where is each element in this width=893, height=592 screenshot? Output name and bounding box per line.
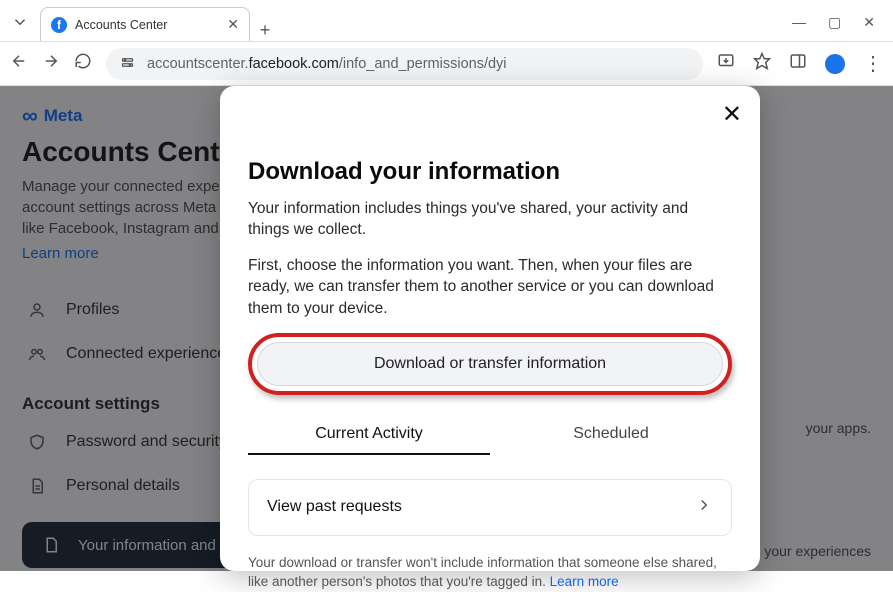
- tab-current-activity[interactable]: Current Activity: [248, 415, 490, 455]
- close-tab-icon[interactable]: ✕: [227, 16, 239, 33]
- facebook-favicon: f: [51, 17, 67, 33]
- bookmark-icon[interactable]: [753, 52, 771, 75]
- modal-paragraph: First, choose the information you want. …: [248, 255, 732, 319]
- profile-avatar[interactable]: [825, 54, 845, 74]
- modal-footnote: Your download or transfer won't include …: [248, 554, 732, 592]
- window-controls: — ▢ ✕: [792, 14, 893, 41]
- url-text: accountscenter.facebook.com/info_and_per…: [147, 56, 507, 72]
- activity-tabs: Current Activity Scheduled: [248, 415, 732, 455]
- card-label: View past requests: [267, 498, 402, 516]
- browser-tab[interactable]: f Accounts Center ✕: [40, 7, 250, 41]
- browser-toolbar: accountscenter.facebook.com/info_and_per…: [0, 42, 893, 86]
- side-panel-icon[interactable]: [789, 52, 807, 75]
- chevron-right-icon: [695, 496, 713, 519]
- browser-titlebar: f Accounts Center ✕ + — ▢ ✕: [0, 0, 893, 42]
- download-transfer-button[interactable]: Download or transfer information: [257, 342, 723, 386]
- maximize-button[interactable]: ▢: [828, 14, 841, 31]
- address-bar[interactable]: accountscenter.facebook.com/info_and_per…: [106, 48, 703, 80]
- forward-button[interactable]: [42, 52, 60, 75]
- view-past-requests-card[interactable]: View past requests: [248, 479, 732, 536]
- modal-paragraph: Your information includes things you've …: [248, 198, 732, 241]
- close-window-button[interactable]: ✕: [863, 14, 875, 31]
- tab-scheduled[interactable]: Scheduled: [490, 415, 732, 455]
- modal-title: Download your information: [248, 158, 732, 186]
- download-info-modal: ✕ Download your information Your informa…: [220, 86, 760, 571]
- new-tab-button[interactable]: +: [250, 20, 280, 41]
- tab-title: Accounts Center: [75, 18, 219, 32]
- learn-more-link[interactable]: Learn more: [550, 574, 619, 589]
- reload-button[interactable]: [74, 52, 92, 75]
- cta-highlight-ring: Download or transfer information: [248, 333, 732, 395]
- minimize-button[interactable]: —: [792, 14, 806, 31]
- install-app-icon[interactable]: [717, 52, 735, 75]
- site-settings-icon[interactable]: [120, 55, 135, 73]
- back-button[interactable]: [10, 52, 28, 75]
- menu-icon[interactable]: ⋮: [863, 51, 883, 76]
- tab-list-dropdown[interactable]: [0, 7, 40, 37]
- close-icon[interactable]: ✕: [722, 100, 742, 129]
